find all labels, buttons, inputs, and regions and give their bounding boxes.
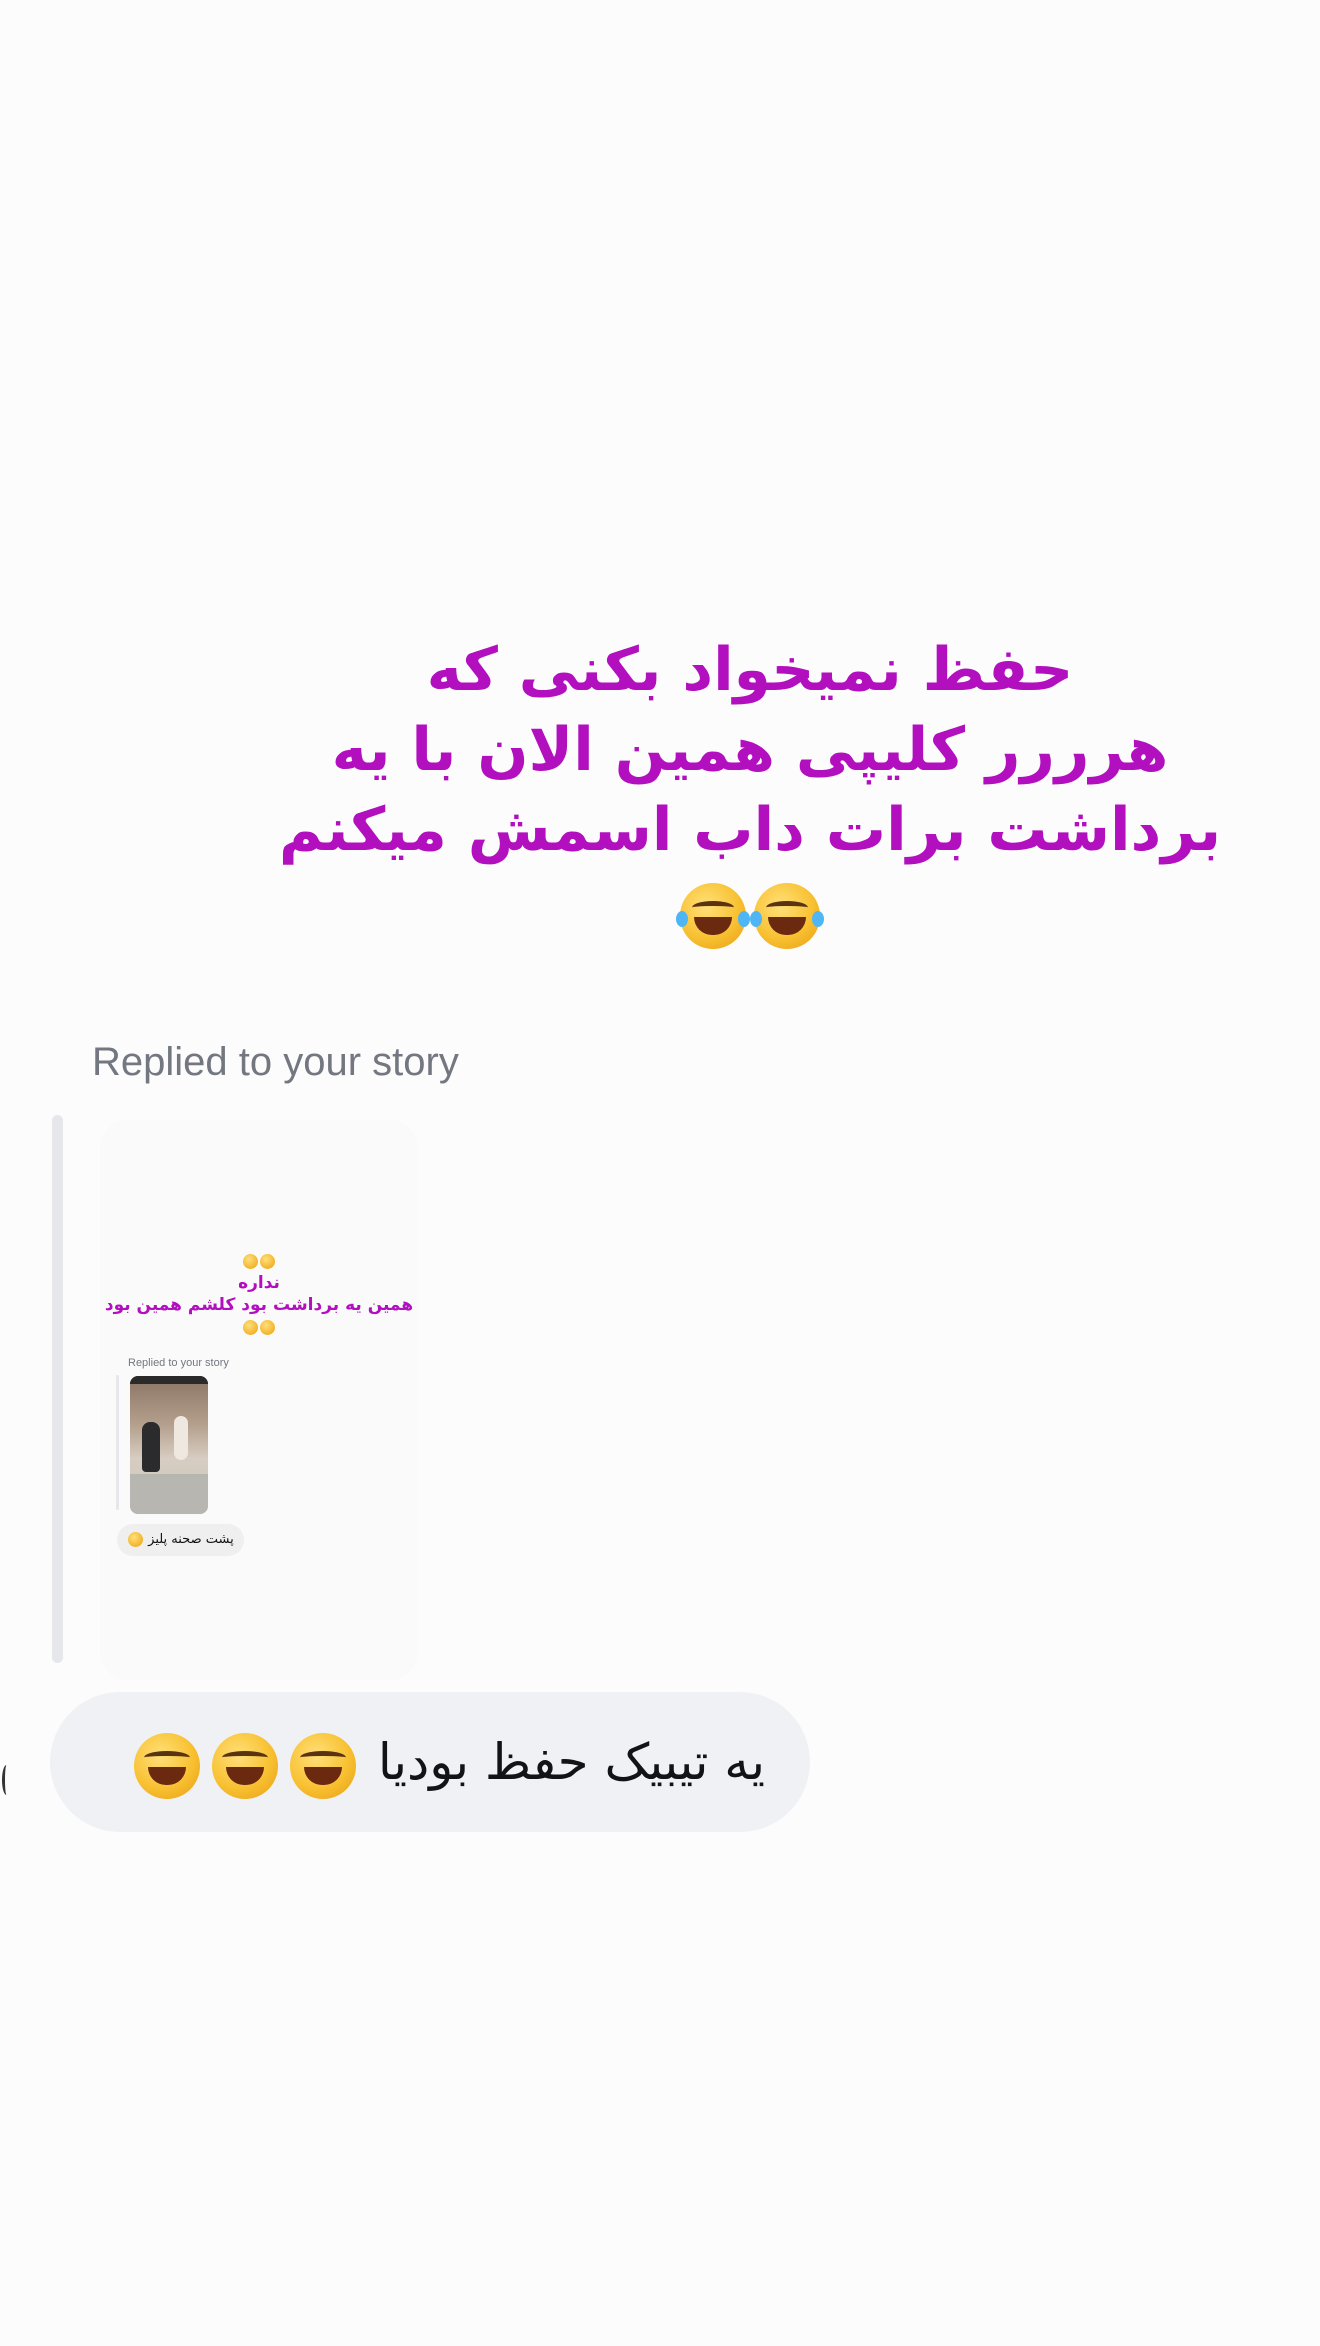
smile-emoji-icon <box>260 1253 275 1269</box>
story-caption: حفظ نمیخواد بکنی که هرررر کلیپی همین الا… <box>230 630 1270 950</box>
edge-indicator-icon <box>2 1765 11 1795</box>
story-caption-line-1: حفظ نمیخواد بکنی که <box>426 635 1074 705</box>
reply-message-text: یه تیبیک حفظ بودیا <box>377 1733 765 1791</box>
reply-quote-bar <box>52 1115 63 1663</box>
story-caption-line-3: برداشت برات داب اسمش میکنم <box>278 795 1222 865</box>
rolling-laughing-emoji-icon <box>750 883 824 950</box>
thumbnail-replied-label: Replied to your story <box>128 1357 229 1369</box>
thumbnail-emoji-row-top <box>100 1250 418 1272</box>
rolling-laughing-emoji-icon <box>676 883 750 950</box>
reply-message-bubble[interactable]: یه تیبیک حفظ بودیا <box>50 1692 810 1832</box>
thumbnail-photo-person <box>174 1416 188 1460</box>
smile-emoji-icon <box>243 1319 258 1335</box>
thumbnail-story-photo <box>130 1376 208 1514</box>
story-thumbnail[interactable]: نداره همین یه برداشت بود کلشم همین بود R… <box>100 1120 418 1680</box>
tears-of-joy-emoji-icon <box>211 1732 278 1799</box>
thumbnail-photo-topbar <box>130 1376 208 1384</box>
smile-emoji-icon <box>243 1253 258 1269</box>
thumbnail-caption-line-1: نداره <box>238 1273 280 1293</box>
replied-to-story-label: Replied to your story <box>92 1040 459 1084</box>
smile-emoji-icon <box>128 1532 143 1547</box>
thumbnail-message-bubble: پشت صحنه پلیز <box>117 1524 244 1556</box>
tears-of-joy-emoji-icon <box>133 1732 200 1799</box>
thumbnail-quote-bar <box>116 1375 119 1510</box>
thumbnail-emoji-row-bottom <box>100 1316 418 1338</box>
story-caption-line-2: هرررر کلیپی همین الان با یه <box>331 715 1169 785</box>
story-caption-emoji-row <box>230 870 1270 950</box>
chat-screen: حفظ نمیخواد بکنی که هرررر کلیپی همین الا… <box>0 0 1320 2346</box>
thumbnail-message-text: پشت صحنه پلیز <box>148 1532 234 1547</box>
thumbnail-photo-floor <box>130 1474 208 1514</box>
tears-of-joy-emoji-icon <box>289 1732 356 1799</box>
reply-message-content: یه تیبیک حفظ بودیا <box>128 1692 765 1832</box>
thumbnail-photo-person <box>142 1422 160 1472</box>
thumbnail-caption: نداره همین یه برداشت بود کلشم همین بود <box>100 1250 418 1338</box>
thumbnail-caption-line-2: همین یه برداشت بود کلشم همین بود <box>104 1295 414 1315</box>
smile-emoji-icon <box>260 1319 275 1335</box>
